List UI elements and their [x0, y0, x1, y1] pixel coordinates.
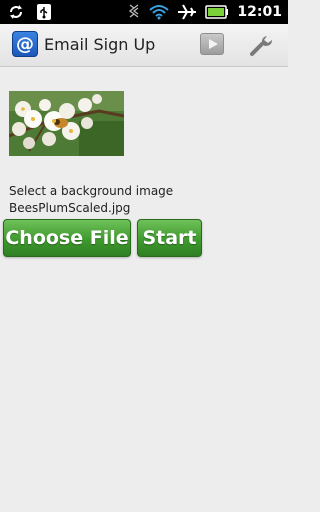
- start-button[interactable]: Start: [137, 219, 202, 257]
- battery-icon: [205, 5, 229, 19]
- airplane-icon: [177, 4, 197, 20]
- bluetooth-icon: [127, 3, 141, 21]
- email-app-icon: @: [12, 31, 38, 57]
- settings-button[interactable]: [248, 32, 276, 58]
- background-image-preview: [9, 91, 124, 156]
- status-time: 12:01: [237, 4, 282, 20]
- choose-file-button[interactable]: Choose File: [3, 219, 131, 257]
- app-title: Email Sign Up: [44, 35, 156, 54]
- action-bar: @ Email Sign Up: [0, 24, 288, 67]
- usb-icon: [36, 3, 52, 21]
- select-image-label: Select a background image: [9, 184, 174, 198]
- sync-icon: [8, 4, 24, 20]
- status-bar: 12:01: [0, 0, 288, 24]
- play-button[interactable]: [200, 33, 224, 55]
- selected-file-name: BeesPlumScaled.jpg: [9, 201, 131, 215]
- wifi-icon: [149, 4, 170, 20]
- wrench-icon: [250, 36, 272, 56]
- play-icon: [209, 39, 218, 49]
